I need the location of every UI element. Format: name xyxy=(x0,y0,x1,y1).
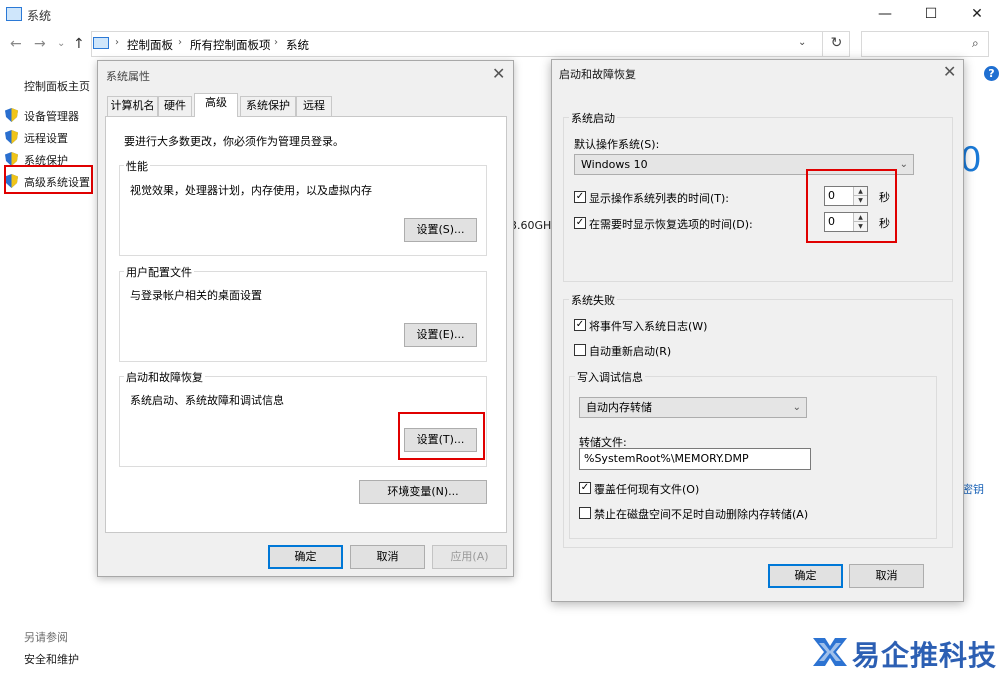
chevron-down-icon: ⌄ xyxy=(792,402,801,413)
user-profiles-group xyxy=(119,271,487,362)
breadcrumb-separator: › xyxy=(178,37,182,48)
overwrite-checkbox[interactable]: ✓ xyxy=(579,482,591,494)
overwrite-label: 覆盖任何现有文件(O) xyxy=(594,483,700,496)
performance-group xyxy=(119,165,487,256)
minimize-button[interactable]: — xyxy=(862,0,908,30)
disable-auto-delete-checkbox[interactable] xyxy=(579,507,591,519)
window-titlebar: 系统 — ☐ ✕ xyxy=(0,0,1000,30)
chevron-down-icon: ⌄ xyxy=(899,159,908,170)
shield-icon xyxy=(5,130,18,144)
breadcrumb-separator: › xyxy=(115,37,119,48)
breadcrumb-control-panel[interactable]: 控制面板 xyxy=(127,37,173,53)
dump-type-select[interactable]: 自动内存转储 ⌄ xyxy=(579,397,807,418)
tab-system-protection[interactable]: 系统保护 xyxy=(240,96,296,116)
performance-description: 视觉效果，处理器计划，内存使用，以及虚拟内存 xyxy=(130,184,372,197)
system-properties-dialog: 系统属性 ✕ 计算机名 硬件 高级 系统保护 远程 要进行大多数更改，你必须作为… xyxy=(97,60,514,577)
performance-group-title: 性能 xyxy=(124,158,150,174)
sidebar-item-device-manager[interactable]: 设备管理器 xyxy=(24,108,79,124)
startup-recovery-dialog: 启动和故障恢复 ✕ 系统启动 默认操作系统(S): Windows 10 ⌄ ✓… xyxy=(551,59,964,602)
tab-remote[interactable]: 远程 xyxy=(296,96,332,116)
control-panel-home-link[interactable]: 控制面板主页 xyxy=(24,78,90,94)
system-failure-group-title: 系统失败 xyxy=(569,292,617,308)
shield-icon xyxy=(5,152,18,166)
window-title: 系统 xyxy=(27,9,52,23)
performance-settings-button[interactable]: 设置(S)... xyxy=(404,218,477,242)
breadcrumb-all-items[interactable]: 所有控制面板项 xyxy=(190,37,271,53)
ok-button[interactable]: 确定 xyxy=(768,564,843,588)
back-arrow-icon[interactable]: ← xyxy=(10,36,22,52)
close-window-button[interactable]: ✕ xyxy=(954,0,1000,30)
environment-variables-button[interactable]: 环境变量(N)... xyxy=(359,480,487,504)
disable-auto-delete-label: 禁止在磁盘空间不足时自动删除内存转储(A) xyxy=(594,508,809,521)
dialog-title: 启动和故障恢复 xyxy=(559,68,636,81)
breadcrumb-separator: › xyxy=(274,37,278,48)
user-profiles-settings-button[interactable]: 设置(E)... xyxy=(404,323,477,347)
forward-arrow-icon[interactable]: → xyxy=(34,36,46,52)
cancel-button[interactable]: 取消 xyxy=(350,545,425,569)
search-icon: ⌕ xyxy=(972,36,979,50)
dump-type-value: 自动内存转储 xyxy=(586,401,652,414)
watermark-text: 易企推科技 xyxy=(852,639,998,672)
system-window-icon xyxy=(6,7,22,21)
user-profiles-description: 与登录帐户相关的桌面设置 xyxy=(130,289,262,302)
default-os-label: 默认操作系统(S): xyxy=(574,138,660,151)
admin-note: 要进行大多数更改，你必须作为管理员登录。 xyxy=(124,135,344,148)
security-maintenance-link[interactable]: 安全和维护 xyxy=(24,651,79,667)
system-startup-group-title: 系统启动 xyxy=(569,110,617,126)
user-profiles-group-title: 用户配置文件 xyxy=(124,264,194,280)
tab-advanced[interactable]: 高级 xyxy=(194,93,238,117)
dump-file-input[interactable]: %SystemRoot%\MEMORY.DMP xyxy=(579,448,811,470)
cancel-button[interactable]: 取消 xyxy=(849,564,924,588)
show-recovery-checkbox[interactable]: ✓ xyxy=(574,217,586,229)
show-os-list-checkbox[interactable]: ✓ xyxy=(574,191,586,203)
startup-recovery-group-title: 启动和故障恢复 xyxy=(124,369,205,385)
processor-speed-fragment: 3.60GHz xyxy=(510,219,558,232)
up-arrow-icon[interactable]: ↑ xyxy=(73,36,85,52)
breadcrumb-system[interactable]: 系统 xyxy=(286,37,309,53)
highlight-box-settings-t xyxy=(398,412,485,460)
show-recovery-label: 在需要时显示恢复选项的时间(D): xyxy=(589,218,753,231)
apply-button[interactable]: 应用(A) xyxy=(432,545,507,569)
maximize-button[interactable]: ☐ xyxy=(908,0,954,30)
debug-info-group-title: 写入调试信息 xyxy=(575,369,645,385)
address-dropdown-icon[interactable]: ⌄ xyxy=(798,37,806,48)
tab-computer-name[interactable]: 计算机名 xyxy=(107,96,158,116)
auto-restart-label: 自动重新启动(R) xyxy=(589,345,672,358)
search-input[interactable] xyxy=(861,31,989,57)
product-key-link-fragment[interactable]: 密钥 xyxy=(962,481,984,497)
sidebar-item-remote-settings[interactable]: 远程设置 xyxy=(24,130,68,146)
write-event-label: 将事件写入系统日志(W) xyxy=(589,320,708,333)
refresh-button[interactable]: ↻ xyxy=(822,31,850,57)
control-panel-icon xyxy=(93,37,109,49)
advanced-tab-panel: 要进行大多数更改，你必须作为管理员登录。 性能 视觉效果，处理器计划，内存使用，… xyxy=(105,116,507,533)
highlight-box-advanced-settings xyxy=(4,165,93,194)
write-event-checkbox[interactable]: ✓ xyxy=(574,319,586,331)
shield-icon xyxy=(5,108,18,122)
tab-hardware[interactable]: 硬件 xyxy=(158,96,192,116)
help-icon[interactable]: ? xyxy=(984,66,999,81)
company-logo-icon xyxy=(813,638,847,666)
recent-locations-icon[interactable]: ⌄ xyxy=(57,38,65,49)
default-os-value: Windows 10 xyxy=(581,158,648,171)
highlight-box-timeouts xyxy=(806,169,897,243)
close-icon[interactable]: ✕ xyxy=(492,64,505,83)
ok-button[interactable]: 确定 xyxy=(268,545,343,569)
startup-recovery-description: 系统启动、系统故障和调试信息 xyxy=(130,394,284,407)
see-also-heading: 另请参阅 xyxy=(24,631,68,644)
dialog-title: 系统属性 xyxy=(106,70,150,83)
close-icon[interactable]: ✕ xyxy=(943,62,956,81)
show-os-list-label: 显示操作系统列表的时间(T): xyxy=(589,192,730,205)
auto-restart-checkbox[interactable] xyxy=(574,344,586,356)
